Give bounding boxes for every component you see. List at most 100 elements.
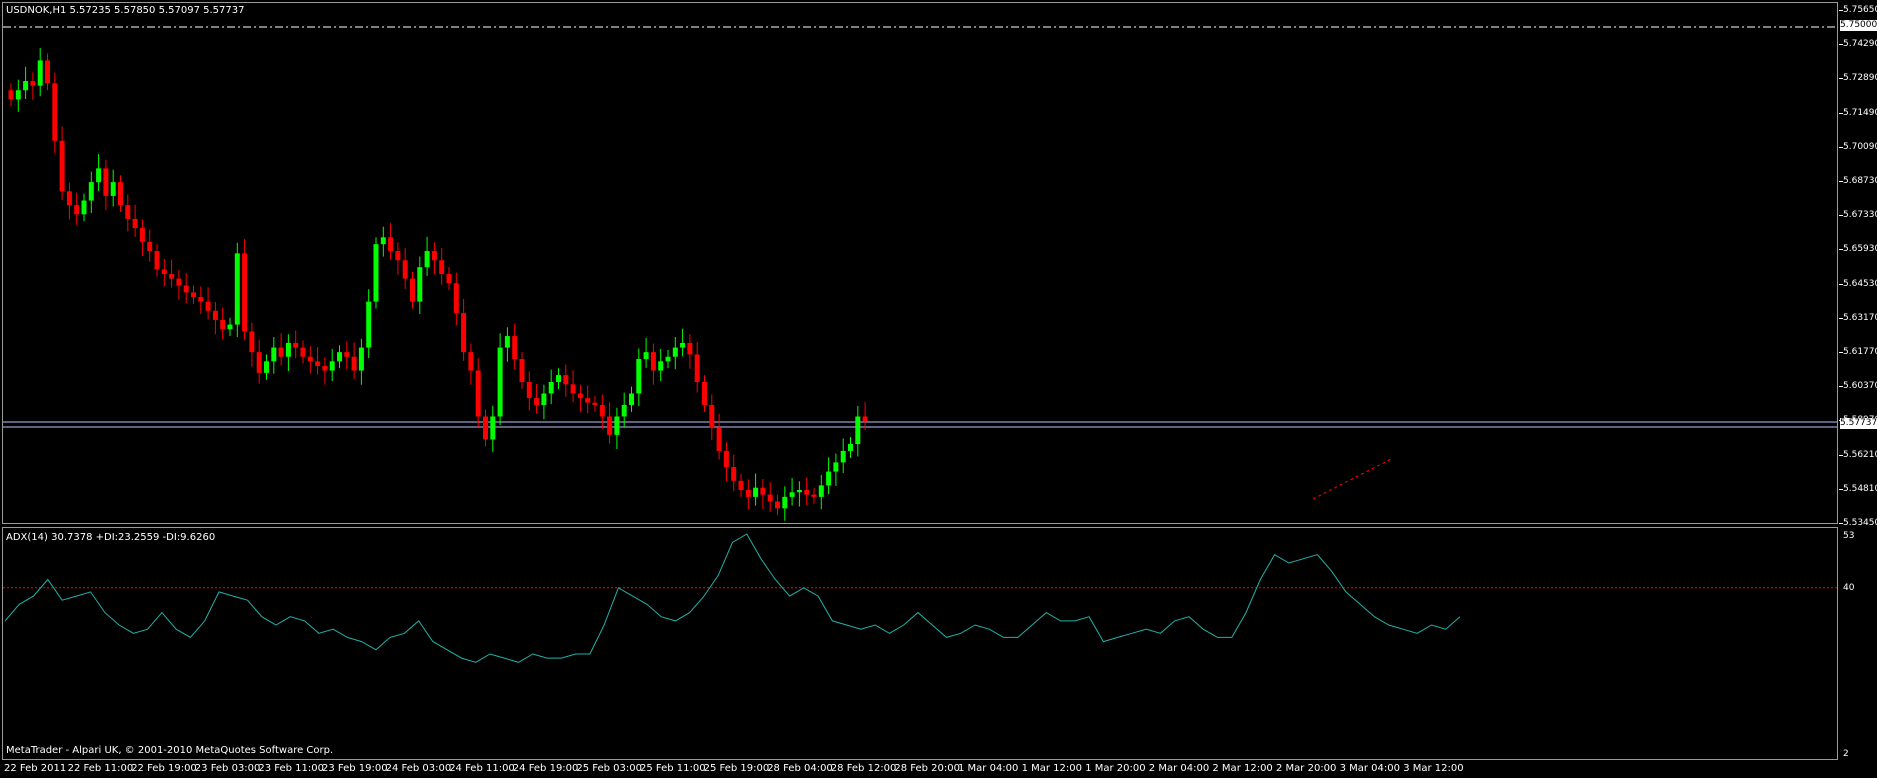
candle[interactable]	[497, 333, 503, 426]
candle[interactable]	[264, 354, 269, 380]
candle[interactable]	[125, 194, 131, 232]
candle[interactable]	[424, 236, 430, 276]
candle[interactable]	[490, 405, 496, 452]
candle[interactable]	[45, 53, 50, 91]
candle[interactable]	[96, 154, 102, 191]
candle[interactable]	[380, 226, 386, 257]
candle[interactable]	[161, 258, 167, 287]
candle[interactable]	[855, 405, 861, 457]
candle[interactable]	[826, 457, 832, 495]
candle[interactable]	[629, 386, 634, 412]
candle[interactable]	[37, 47, 43, 97]
candle[interactable]	[585, 385, 591, 414]
candle[interactable]	[205, 287, 211, 320]
candle[interactable]	[329, 348, 335, 382]
candle[interactable]	[132, 204, 138, 237]
candle[interactable]	[271, 336, 277, 374]
candle[interactable]	[599, 394, 605, 429]
candle[interactable]	[234, 242, 240, 337]
candle[interactable]	[643, 337, 649, 368]
candle[interactable]	[322, 357, 328, 385]
candle[interactable]	[672, 336, 678, 370]
candle[interactable]	[760, 478, 766, 509]
candle[interactable]	[183, 273, 189, 303]
candle[interactable]	[176, 269, 182, 300]
candle[interactable]	[738, 473, 744, 497]
candle[interactable]	[534, 383, 540, 414]
candle[interactable]	[66, 182, 72, 220]
candle[interactable]	[519, 352, 525, 389]
candle[interactable]	[709, 394, 715, 441]
candle[interactable]	[103, 159, 109, 211]
candle[interactable]	[388, 223, 394, 260]
candle[interactable]	[614, 407, 620, 450]
candle[interactable]	[154, 244, 160, 277]
candle[interactable]	[30, 72, 36, 100]
candle[interactable]	[483, 409, 488, 447]
trend-line[interactable]	[1312, 457, 1394, 500]
candle[interactable]	[249, 322, 255, 367]
candle[interactable]	[475, 358, 481, 428]
candle[interactable]	[862, 402, 868, 430]
candle[interactable]	[694, 342, 700, 393]
candle[interactable]	[431, 242, 437, 275]
time-axis[interactable]: 22 Feb 2011 22 Feb 11:00 22 Feb 19:00 23 Fe…	[0, 761, 1877, 778]
candle[interactable]	[468, 343, 474, 385]
candle[interactable]	[848, 437, 853, 458]
price-panel[interactable]: USDNOK,H1 5.57235 5.57850 5.57097 5.5773…	[2, 2, 1838, 524]
candle[interactable]	[753, 473, 759, 506]
candle[interactable]	[88, 171, 94, 213]
candle[interactable]	[285, 334, 291, 371]
candle[interactable]	[731, 454, 737, 492]
candle[interactable]	[745, 479, 751, 510]
candle[interactable]	[818, 474, 824, 510]
candle[interactable]	[242, 239, 248, 341]
candle[interactable]	[723, 442, 729, 482]
candle[interactable]	[227, 317, 233, 337]
candle[interactable]	[453, 272, 459, 326]
candle[interactable]	[307, 346, 313, 374]
candle[interactable]	[548, 369, 554, 405]
candle[interactable]	[358, 338, 364, 385]
candle[interactable]	[147, 229, 153, 262]
candle[interactable]	[665, 349, 671, 369]
candle[interactable]	[212, 302, 218, 335]
candle[interactable]	[417, 256, 423, 315]
adx-indicator-panel[interactable]: ADX(14) 30.7378 +DI:23.2559 -DI:9.6260 M…	[2, 527, 1838, 760]
candle[interactable]	[15, 79, 21, 112]
candle[interactable]	[366, 289, 372, 359]
candle[interactable]	[256, 339, 262, 384]
candle[interactable]	[439, 247, 445, 285]
candle[interactable]	[541, 384, 547, 420]
candle[interactable]	[59, 126, 65, 201]
candle[interactable]	[526, 371, 532, 411]
candle[interactable]	[840, 438, 846, 473]
candle[interactable]	[461, 298, 467, 361]
candle[interactable]	[607, 402, 613, 444]
candle[interactable]	[658, 348, 664, 382]
candle[interactable]	[767, 482, 773, 513]
candle[interactable]	[577, 384, 583, 413]
candle[interactable]	[775, 494, 780, 516]
candle[interactable]	[198, 286, 204, 315]
candle[interactable]	[52, 72, 58, 154]
candle[interactable]	[796, 481, 802, 507]
candle[interactable]	[504, 327, 510, 362]
candle[interactable]	[373, 237, 379, 309]
candle[interactable]	[23, 66, 29, 99]
candle[interactable]	[402, 247, 408, 290]
candle[interactable]	[446, 267, 452, 291]
candle[interactable]	[650, 343, 656, 385]
candle[interactable]	[680, 328, 686, 357]
candle[interactable]	[191, 285, 196, 304]
candle[interactable]	[110, 169, 116, 207]
candle[interactable]	[782, 486, 788, 521]
candle[interactable]	[293, 330, 299, 359]
candle[interactable]	[139, 219, 145, 257]
chart-window[interactable]: USDNOK,H1 5.57235 5.57850 5.57097 5.5773…	[0, 0, 1877, 778]
candle[interactable]	[337, 345, 342, 369]
candle[interactable]	[169, 259, 175, 288]
candle[interactable]	[636, 348, 642, 406]
price-axis[interactable]: 5.75650 5.74290 5.72890 5.71490 5.70090 5.687…	[1839, 0, 1877, 778]
candle[interactable]	[563, 364, 569, 397]
